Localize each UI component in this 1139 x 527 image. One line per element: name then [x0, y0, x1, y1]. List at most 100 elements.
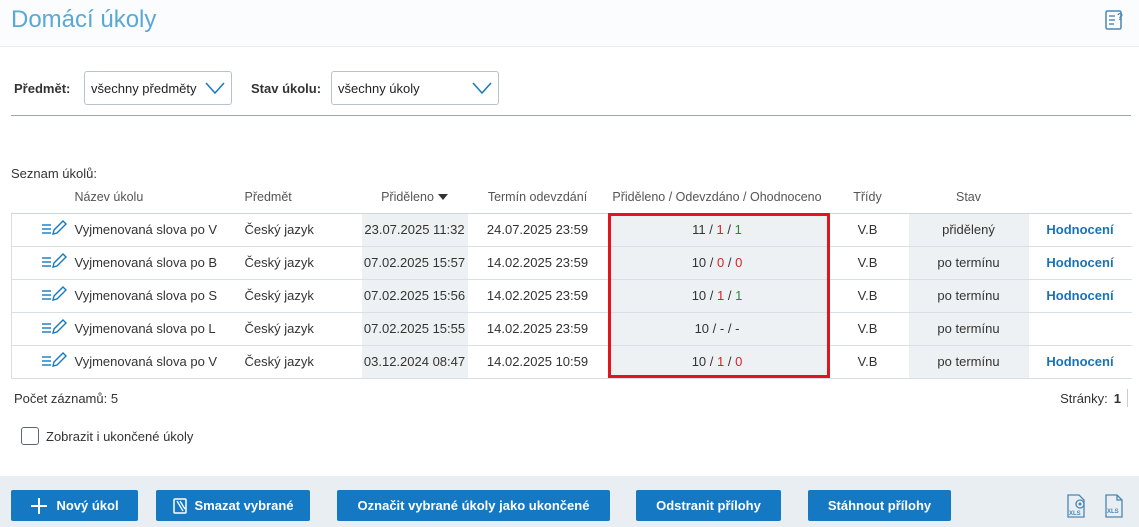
- edit-pencil-icon[interactable]: [41, 286, 67, 302]
- count-submitted: 1: [716, 222, 724, 237]
- col-status[interactable]: Stav: [908, 181, 1029, 214]
- count-submitted: 1: [717, 288, 725, 303]
- row-edit-cell[interactable]: [11, 279, 71, 313]
- footer-toolbar: Nový úkol Smazat vybrané Označit vybrané…: [0, 476, 1139, 527]
- row-edit-cell[interactable]: [11, 345, 71, 379]
- row-status: po termínu: [908, 279, 1029, 313]
- new-task-button[interactable]: Nový úkol: [11, 490, 138, 521]
- row-assigned: 07.02.2025 15:56: [361, 279, 468, 313]
- row-deadline: 14.02.2025 23:59: [467, 246, 608, 280]
- edit-pencil-icon[interactable]: [41, 319, 67, 335]
- row-action: Hodnocení: [1028, 246, 1132, 280]
- evaluation-link[interactable]: Hodnocení: [1046, 222, 1113, 237]
- col-classes[interactable]: Třídy: [826, 181, 909, 214]
- new-task-label: Nový úkol: [56, 498, 119, 513]
- col-assigned[interactable]: Přiděleno: [361, 181, 468, 214]
- evaluation-link[interactable]: Hodnocení: [1046, 354, 1113, 369]
- count-evaluated: 0: [735, 354, 743, 369]
- table-row[interactable]: Vyjmenovaná slova po V Český jazyk 23.07.2…: [11, 213, 1132, 247]
- row-action: [1028, 312, 1132, 346]
- row-assigned: 23.07.2025 11:32: [361, 213, 468, 247]
- page-current[interactable]: 1: [1114, 391, 1121, 406]
- status-select-value: všechny úkoly: [338, 81, 420, 96]
- row-counts: 10 / - / -: [607, 312, 827, 346]
- col-deadline[interactable]: Termín odevzdání: [467, 181, 608, 214]
- col-counts[interactable]: Přiděleno / Odevzdáno / Ohodnoceno: [607, 181, 827, 214]
- remove-attachments-button[interactable]: Odstranit přílohy: [636, 490, 781, 521]
- row-deadline: 14.02.2025 23:59: [467, 279, 608, 313]
- col-action: [1028, 181, 1132, 214]
- col-name[interactable]: Název úkolu: [70, 181, 241, 214]
- xls-export-icon[interactable]: XLS: [1102, 493, 1126, 519]
- count-evaluated: -: [735, 321, 740, 336]
- row-assigned: 07.02.2025 15:57: [361, 246, 468, 280]
- col-subject[interactable]: Předmět: [240, 181, 362, 214]
- chevron-down-icon: [472, 82, 492, 95]
- homework-table: Název úkolu Předmět Přiděleno Termín ode…: [11, 181, 1132, 379]
- evaluation-link[interactable]: Hodnocení: [1046, 288, 1113, 303]
- table-row[interactable]: Vyjmenovaná slova po S Český jazyk 07.02.2…: [11, 279, 1132, 313]
- row-counts: 10 / 1 / 0: [607, 345, 827, 379]
- row-subject: Český jazyk: [240, 246, 362, 280]
- col-edit: [11, 181, 71, 214]
- row-subject: Český jazyk: [240, 312, 362, 346]
- row-name: Vyjmenovaná slova po L: [70, 312, 241, 346]
- svg-text:XLS: XLS: [1107, 509, 1119, 515]
- row-edit-cell[interactable]: [11, 312, 71, 346]
- subject-select[interactable]: všechny předměty: [84, 71, 232, 105]
- row-action: Hodnocení: [1028, 213, 1132, 247]
- table-row[interactable]: Vyjmenovaná slova po L Český jazyk 07.02.2…: [11, 312, 1132, 346]
- count-assigned: 10: [691, 354, 707, 369]
- table-row[interactable]: Vyjmenovaná slova po V Český jazyk 03.12.2…: [11, 345, 1132, 379]
- table-header: Název úkolu Předmět Přiděleno Termín ode…: [11, 181, 1132, 214]
- status-select[interactable]: všechny úkoly: [331, 71, 499, 105]
- row-edit-cell[interactable]: [11, 246, 71, 280]
- count-evaluated: 0: [735, 255, 743, 270]
- row-edit-cell[interactable]: [11, 213, 71, 247]
- row-classes: V.B: [826, 279, 909, 313]
- row-counts: 10 / 1 / 1: [607, 279, 827, 313]
- row-counts: 10 / 0 / 0: [607, 246, 827, 280]
- subject-filter-label: Předmět:: [14, 81, 71, 96]
- download-attachments-button[interactable]: Stáhnout přílohy: [808, 490, 951, 521]
- title-bar: Domácí úkoly ?: [0, 0, 1139, 47]
- row-classes: V.B: [826, 213, 909, 247]
- show-finished-checkbox[interactable]: [21, 427, 39, 445]
- row-subject: Český jazyk: [240, 213, 362, 247]
- table-row[interactable]: Vyjmenovaná slova po B Český jazyk 07.02.2…: [11, 246, 1132, 280]
- row-status: po termínu: [908, 312, 1029, 346]
- subject-select-value: všechny předměty: [91, 81, 197, 96]
- pages-label: Stránky:: [1060, 391, 1108, 406]
- row-assigned: 03.12.2024 08:47: [361, 345, 468, 379]
- filter-bar: Předmět: všechny předměty Stav úkolu: vš…: [0, 71, 1139, 105]
- row-deadline: 14.02.2025 23:59: [467, 312, 608, 346]
- status-filter-label: Stav úkolu:: [251, 81, 322, 96]
- chevron-down-icon: [205, 82, 225, 95]
- list-label: Seznam úkolů:: [11, 166, 97, 181]
- edit-pencil-icon[interactable]: [41, 220, 67, 236]
- help-document-icon[interactable]: ?: [1103, 8, 1127, 32]
- xls-settings-icon[interactable]: XLS: [1064, 493, 1088, 519]
- evaluation-link[interactable]: Hodnocení: [1046, 255, 1113, 270]
- mark-finished-button[interactable]: Označit vybrané úkoly jako ukončené: [337, 490, 610, 521]
- svg-text:XLS: XLS: [1069, 511, 1081, 517]
- edit-pencil-icon[interactable]: [41, 352, 67, 368]
- row-name: Vyjmenovaná slova po V: [70, 213, 241, 247]
- divider: [11, 115, 1131, 116]
- page-title: Domácí úkoly: [11, 6, 157, 33]
- row-status: po termínu: [908, 246, 1029, 280]
- delete-selected-button[interactable]: Smazat vybrané: [156, 490, 310, 521]
- pagination: Stránky: 1: [1060, 391, 1121, 406]
- count-assigned: 11: [692, 222, 706, 237]
- pagination-separator: [1127, 389, 1128, 407]
- count-assigned: 10: [691, 288, 707, 303]
- svg-text:?: ?: [1117, 12, 1123, 23]
- count-assigned: 10: [691, 255, 707, 270]
- count-submitted: 0: [717, 255, 725, 270]
- count-assigned: 10: [694, 321, 710, 336]
- edit-pencil-icon[interactable]: [41, 253, 67, 269]
- sort-desc-icon: [437, 194, 448, 201]
- count-evaluated: 1: [734, 222, 742, 237]
- show-finished-label: Zobrazit i ukončené úkoly: [46, 429, 194, 444]
- row-action: Hodnocení: [1028, 345, 1132, 379]
